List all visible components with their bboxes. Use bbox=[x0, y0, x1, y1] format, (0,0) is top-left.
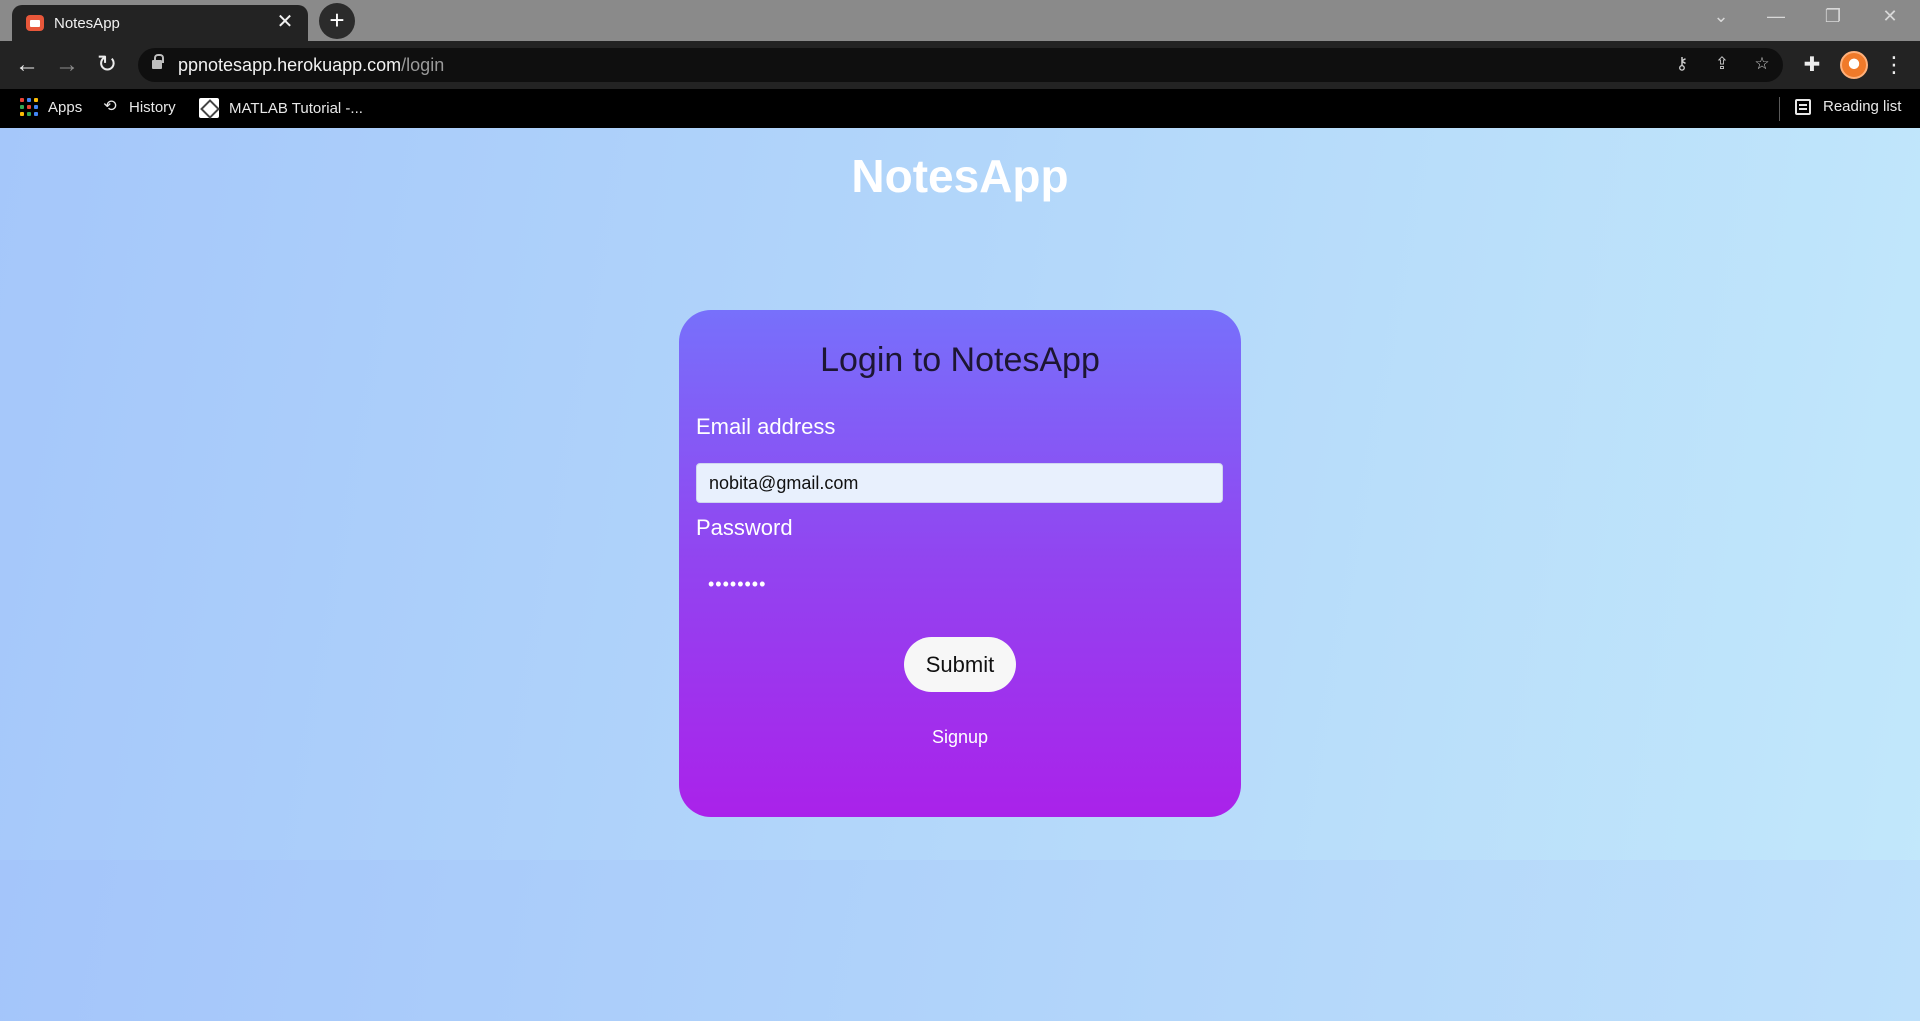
brand-title: NotesApp bbox=[851, 150, 1069, 202]
bookmarks-bar: Apps ⟲ History MATLAB Tutorial -... Read… bbox=[0, 89, 1920, 128]
new-tab-button[interactable]: + bbox=[319, 3, 355, 39]
browser-toolbar: ← → ↻ ppnotesapp.herokuapp.com/login ⚷ ⇪… bbox=[0, 41, 1920, 89]
browser-tab-notesapp[interactable]: NotesApp ✕ bbox=[12, 5, 308, 41]
bookmark-history-label: History bbox=[129, 98, 176, 116]
lock-icon[interactable] bbox=[152, 54, 164, 69]
login-card: Login to NotesApp Email address Password… bbox=[679, 310, 1241, 817]
tab-title: NotesApp bbox=[54, 15, 120, 32]
signup-link[interactable]: Signup bbox=[679, 727, 1241, 748]
url-host: ppnotesapp.herokuapp.com bbox=[178, 55, 402, 75]
notesapp-page: NotesApp Login to NotesApp Email address… bbox=[0, 128, 1920, 1021]
bookmark-apps-label: Apps bbox=[48, 98, 83, 116]
bookmarks-divider bbox=[1779, 97, 1780, 121]
password-field[interactable] bbox=[696, 564, 1223, 604]
minimize-icon[interactable]: — bbox=[1756, 6, 1796, 27]
extensions-puzzle-icon[interactable]: ✚ bbox=[1798, 51, 1826, 79]
email-field[interactable] bbox=[696, 463, 1223, 503]
url-path: /login bbox=[401, 55, 445, 75]
email-label: Email address bbox=[696, 414, 836, 439]
tab-search-icon[interactable]: ⌄ bbox=[1701, 6, 1741, 27]
url-text[interactable]: ppnotesapp.herokuapp.com/login bbox=[178, 55, 444, 76]
reading-list-label: Reading list bbox=[1823, 98, 1902, 115]
reload-icon[interactable]: ↻ bbox=[91, 49, 123, 81]
history-icon: ⟲ bbox=[103, 98, 117, 115]
page-footer-band bbox=[0, 860, 1920, 1021]
login-title: Login to NotesApp bbox=[820, 341, 1100, 379]
submit-button[interactable]: Submit bbox=[904, 637, 1016, 692]
bookmark-history[interactable]: ⟲ History bbox=[101, 98, 176, 116]
key-icon[interactable]: ⚷ bbox=[1669, 54, 1695, 76]
back-arrow-icon[interactable]: ← bbox=[11, 49, 43, 81]
bookmark-matlab-label: MATLAB Tutorial -... bbox=[229, 99, 363, 117]
password-label: Password bbox=[696, 515, 793, 540]
bookmark-apps[interactable]: Apps bbox=[20, 98, 82, 116]
restore-icon[interactable]: ❐ bbox=[1813, 6, 1853, 27]
reading-list-icon bbox=[1795, 98, 1811, 115]
address-bar[interactable]: ppnotesapp.herokuapp.com/login ⚷ ⇪ ☆ bbox=[138, 48, 1783, 82]
bookmark-star-icon[interactable]: ☆ bbox=[1749, 54, 1775, 76]
forward-arrow-icon[interactable]: → bbox=[51, 49, 83, 81]
share-icon[interactable]: ⇪ bbox=[1709, 54, 1735, 76]
window-close-icon[interactable]: ✕ bbox=[1870, 6, 1910, 27]
reading-list-button[interactable]: Reading list bbox=[1795, 98, 1901, 115]
browser-tab-strip: NotesApp ✕ + ⌄ — ❐ ✕ bbox=[0, 0, 1920, 41]
bookmark-matlab-tutorial[interactable]: MATLAB Tutorial -... bbox=[199, 98, 363, 118]
browser-menu-icon[interactable]: ⋮ bbox=[1880, 51, 1908, 79]
profile-avatar[interactable] bbox=[1840, 51, 1868, 79]
notesapp-favicon-icon bbox=[26, 15, 44, 31]
matlab-icon bbox=[199, 98, 219, 118]
apps-grid-icon bbox=[20, 98, 38, 116]
tab-close-icon[interactable]: ✕ bbox=[274, 11, 296, 33]
